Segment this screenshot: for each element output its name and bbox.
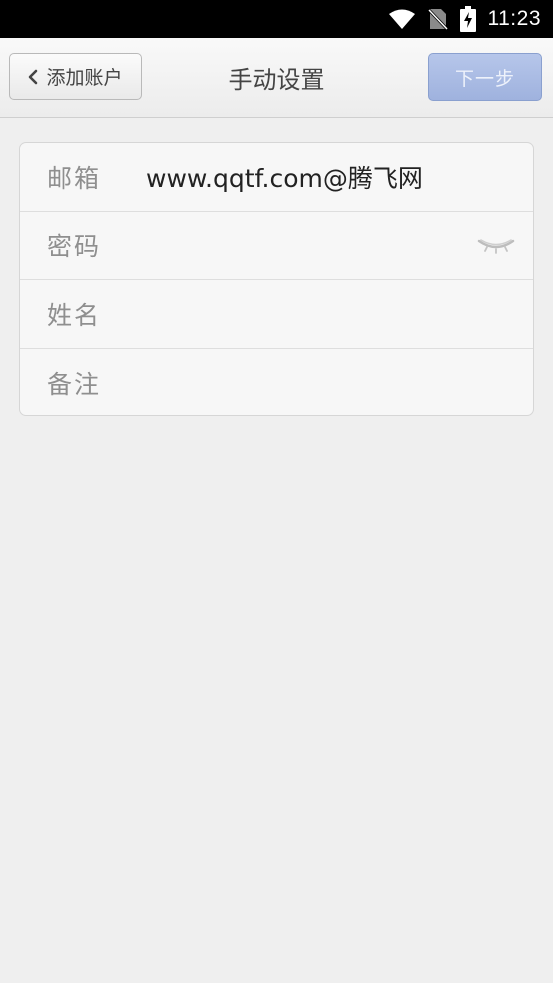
email-field[interactable]: www.qqtf.com@腾飞网 <box>146 159 463 195</box>
note-label: 备注 <box>47 369 102 399</box>
next-button[interactable]: 下一步 <box>428 53 542 101</box>
note-row[interactable]: 备注 <box>20 349 533 416</box>
back-button[interactable]: 添加账户 <box>9 53 142 100</box>
email-label: 邮箱 <box>47 163 102 193</box>
password-row[interactable]: 密码 <box>20 212 533 280</box>
wifi-icon <box>388 8 416 30</box>
email-row[interactable]: 邮箱 www.qqtf.com@腾飞网 <box>20 143 533 212</box>
battery-charging-icon <box>459 6 476 32</box>
name-label: 姓名 <box>47 300 102 330</box>
name-row[interactable]: 姓名 <box>20 280 533 349</box>
chevron-left-icon <box>28 69 38 85</box>
account-settings-form: 邮箱 www.qqtf.com@腾飞网 密码 姓名 备注 <box>19 142 534 416</box>
status-time: 11:23 <box>487 7 541 30</box>
nav-bar: 添加账户 手动设置 下一步 <box>0 38 553 118</box>
back-button-label: 添加账户 <box>46 67 123 89</box>
eye-closed-icon[interactable] <box>477 234 515 258</box>
password-label: 密码 <box>47 232 102 262</box>
status-icons: 11:23 <box>388 0 542 38</box>
no-sim-icon <box>427 7 448 31</box>
status-bar: 11:23 <box>0 0 553 38</box>
